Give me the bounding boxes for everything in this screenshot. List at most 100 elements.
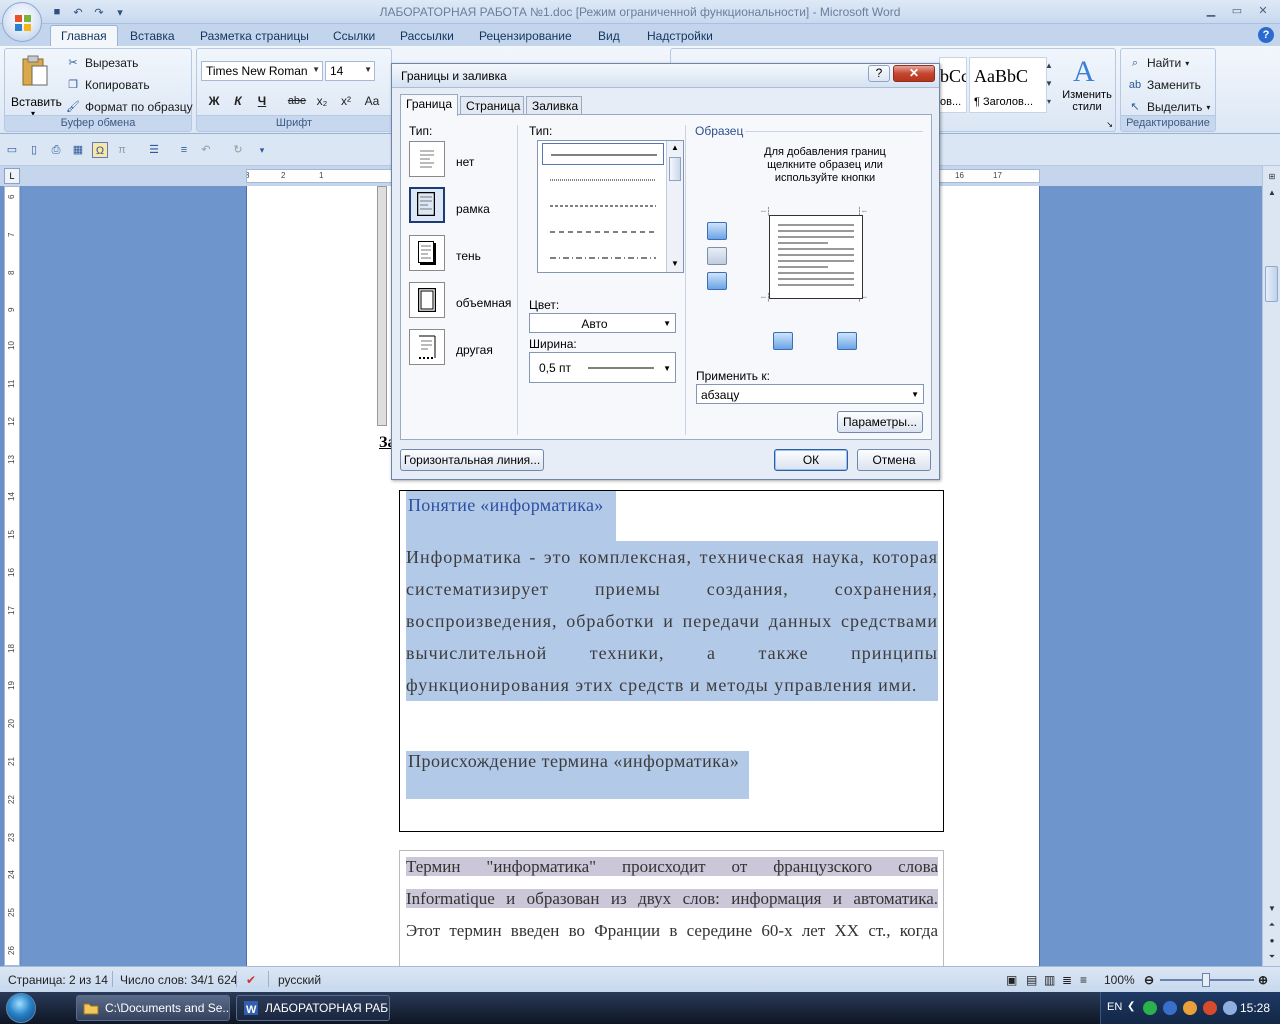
border-type-3d[interactable] [409,282,445,318]
tab-shading[interactable]: Заливка [526,96,582,115]
zoom-out-icon[interactable]: ⊖ [1144,973,1154,987]
border-type-custom[interactable] [409,329,445,365]
web-layout-icon[interactable]: ▥ [1044,973,1055,987]
minimize-icon[interactable]: ▁ [1198,0,1224,20]
tab-home[interactable]: Главная [50,25,118,46]
tray-app-icon[interactable] [1143,1001,1157,1015]
dialog-help-button[interactable]: ? [868,65,890,82]
tab-page-border[interactable]: Страница [460,96,524,115]
task-word[interactable]: W ЛАБОРАТОРНАЯ РАБ... [236,995,390,1021]
cancel-button[interactable]: Отмена [857,449,931,471]
border-type-box[interactable] [409,187,445,223]
tray-app-icon[interactable] [1183,1001,1197,1015]
find-button[interactable]: ⌕ Найти ▾ [1127,55,1189,71]
tab-references[interactable]: Ссылки [327,27,381,45]
office-button[interactable] [2,2,42,42]
tray-app-icon[interactable] [1203,1001,1217,1015]
outline-icon[interactable]: ≣ [1062,973,1072,987]
strikethrough-button[interactable]: abe [283,91,311,111]
zoom-level[interactable]: 100% [1104,973,1135,987]
proofing-icon[interactable]: ✔ [246,973,256,987]
line-style-solid[interactable] [542,143,664,165]
tab-borders[interactable]: Граница [400,94,458,116]
language-indicator[interactable]: русский [278,973,321,987]
subscript-button[interactable]: x₂ [311,91,333,111]
tab-view[interactable]: Вид [592,27,626,45]
word-count[interactable]: Число слов: 34/1 624 [120,973,237,987]
tab-insert[interactable]: Вставка [124,27,181,45]
zoom-in-icon[interactable]: ⊕ [1258,973,1268,987]
draft-icon[interactable]: ≡ [1080,973,1087,987]
zoom-slider-thumb[interactable] [1202,973,1210,987]
print-icon[interactable]: ⎙ [48,142,64,158]
width-select[interactable]: 0,5 пт ▼ [529,352,676,383]
vertical-scrollbar[interactable]: ⊞ ▲ ▼ ⏶ ● ⏷ [1262,166,1280,966]
dialog-launcher-icon[interactable]: ↘ [1106,120,1113,129]
border-preview[interactable] [769,215,863,299]
full-screen-reading-icon[interactable]: ▤ [1026,973,1037,987]
undo-icon[interactable]: ↶ [198,142,214,158]
color-select[interactable]: Авто ▼ [529,313,676,333]
apply-to-select[interactable]: абзацу ▼ [696,384,924,404]
scroll-up-icon[interactable]: ▲ [1265,186,1279,200]
border-type-none[interactable] [409,141,445,177]
dialog-close-button[interactable]: ✕ [893,65,935,82]
multilevel-list-icon[interactable]: ☰ [146,142,162,158]
line-style-dash-dot[interactable] [542,247,664,269]
restore-icon[interactable]: ▭ [1224,0,1250,20]
inner-horizontal-border-button[interactable] [707,247,727,265]
select-browse-object-icon[interactable]: ● [1265,934,1279,948]
border-type-custom-label[interactable]: другая [456,343,493,357]
underline-button[interactable]: Ч [251,91,273,111]
symbol-icon[interactable]: Ω [92,142,108,158]
volume-icon[interactable] [1223,1001,1237,1015]
redo-icon[interactable]: ↻ [230,142,246,158]
tab-mailings[interactable]: Рассылки [394,27,460,45]
select-button[interactable]: ↖ Выделить ▾ [1127,99,1210,115]
style-heading[interactable]: AaBbC ¶ Заголов... [969,57,1047,113]
dialog-title-bar[interactable]: Границы и заливка ? ✕ [392,64,939,88]
tray-arrow-icon[interactable]: ❮ [1127,1001,1135,1012]
page-counter[interactable]: Страница: 2 из 14 [8,973,108,987]
next-page-icon[interactable]: ⏷ [1265,950,1279,964]
tab-addins[interactable]: Надстройки [641,27,719,45]
equation-icon[interactable]: π [114,142,130,158]
shaded-paragraph[interactable]: Термин "информатика" происходит от франц… [399,850,944,966]
scroll-down-icon[interactable]: ▼ [671,259,679,268]
border-type-box-label[interactable]: рамка [456,202,490,216]
scroll-up-icon[interactable]: ▲ [671,143,679,152]
close-icon[interactable]: ✕ [1250,0,1276,20]
left-border-button[interactable] [773,332,793,350]
styles-scroll[interactable]: ▲ ▼ ▾ [1043,57,1055,113]
line-style-small-dash[interactable] [542,195,664,217]
line-style-dotted[interactable] [542,169,664,191]
clock[interactable]: 15:28 [1240,1001,1270,1015]
ruler-toggle-icon[interactable]: ⊞ [1265,170,1279,184]
top-border-button[interactable] [707,222,727,240]
tab-page-layout[interactable]: Разметка страницы [194,27,315,45]
tab-review[interactable]: Рецензирование [473,27,578,45]
change-styles-button[interactable]: A Изменить стили [1057,53,1113,117]
vertical-ruler[interactable]: 6 7 8 9 10 11 12 13 14 15 16 17 18 19 20 21 22 23 24 25 26 [4,186,20,966]
task-explorer[interactable]: C:\Documents and Se... [76,995,230,1021]
language-bar[interactable]: EN [1107,1001,1122,1013]
scroll-thumb[interactable] [1265,266,1278,302]
bottom-border-button[interactable] [707,272,727,290]
print-layout-icon[interactable]: ▣ [1006,973,1017,987]
network-icon[interactable] [1163,1001,1177,1015]
draft-view-icon[interactable]: ▭ [4,142,20,158]
horizontal-line-button[interactable]: Горизонтальная линия... [400,449,544,471]
table-icon[interactable]: ▦ [70,142,86,158]
ok-button[interactable]: ОК [774,449,848,471]
previous-page-icon[interactable]: ⏶ [1265,918,1279,932]
border-type-shadow-label[interactable]: тень [456,249,481,263]
paste-button[interactable]: Вставить ▾ [9,53,62,118]
font-name-combo[interactable]: Times New Roman ▼ [201,61,323,81]
help-icon[interactable]: ? [1258,27,1274,43]
copy-button[interactable]: ❐ Копировать [65,77,150,93]
format-painter-button[interactable]: 🖌 Формат по образцу [65,99,193,115]
scroll-thumb[interactable] [669,157,681,181]
superscript-button[interactable]: x² [335,91,357,111]
align-icon[interactable]: ≡ [176,142,192,158]
change-case-button[interactable]: Aa [359,91,385,111]
